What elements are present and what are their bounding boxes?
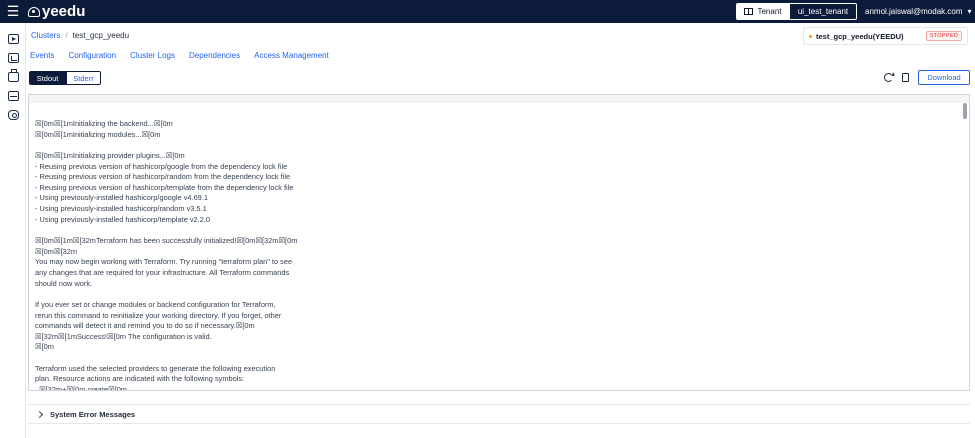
tenant-switcher: Tenant ui_test_tenant <box>736 3 857 20</box>
system-error-messages-section[interactable]: System Error Messages <box>28 404 970 424</box>
log-line: ☒[32m☒[1mSuccess!☒[0m The configuration … <box>35 331 212 341</box>
tab-events[interactable]: Events <box>30 51 54 60</box>
tenant-button[interactable]: Tenant <box>736 3 790 20</box>
log-scrollbar[interactable] <box>963 103 967 119</box>
log-line: ☒[0m☒[1m☒[32mTerraform has been successf… <box>35 236 298 246</box>
cloud-icon[interactable] <box>8 110 19 120</box>
tab-access-management[interactable]: Access Management <box>254 51 329 60</box>
log-line: should now work. <box>35 278 93 288</box>
tenant-icon <box>744 8 754 15</box>
status-badge: STOPPED <box>925 31 962 41</box>
film-icon[interactable] <box>8 91 19 101</box>
log-line: Terraform used the selected providers to… <box>35 363 276 373</box>
log-stream-toggle: Stdout Stderr <box>29 71 101 85</box>
stderr-button[interactable]: Stderr <box>66 71 101 85</box>
refresh-icon[interactable] <box>884 73 893 82</box>
breadcrumb-clusters-link[interactable]: Clusters <box>31 31 60 40</box>
log-line: ☒[0m☒[1mInitializing the backend...☒[0m <box>35 119 173 128</box>
log-line: ☒[0m☒[1mInitializing modules...☒[0m <box>35 129 161 139</box>
system-error-messages-label: System Error Messages <box>50 409 136 419</box>
status-dot <box>809 34 812 38</box>
tenant-name[interactable]: ui_test_tenant <box>790 3 857 20</box>
user-menu[interactable]: anmol.jaiswal@modak.com ▾ <box>865 0 972 23</box>
log-line: ☒[0m☒[32m <box>35 246 78 256</box>
log-line: - Reusing previous version of hashicorp/… <box>35 182 294 192</box>
log-line: - Using previously-installed hashicorp/g… <box>35 193 208 203</box>
cluster-status-card: test_gcp_yeedu(YEEDU) STOPPED <box>803 27 968 45</box>
tenant-label: Tenant <box>757 7 782 16</box>
breadcrumb: Clusters / test_gcp_yeedu <box>31 31 129 40</box>
cluster-name: test_gcp_yeedu(YEEDU) <box>816 31 904 41</box>
log-output-panel[interactable]: ☒[0m☒[1mInitializing the backend...☒[0m ☒… <box>28 94 970 391</box>
log-line: - Using previously-installed hashicorp/t… <box>35 214 210 224</box>
chart-icon[interactable] <box>8 53 19 63</box>
hamburger-icon[interactable]: ☰ <box>0 0 26 23</box>
log-line: You may now begin working with Terraform… <box>35 257 293 267</box>
user-email: anmol.jaiswal@modak.com <box>865 7 963 16</box>
sidebar <box>0 23 26 438</box>
log-line: ☒[0m☒[1mInitializing provider plugins...… <box>35 150 185 160</box>
play-icon[interactable] <box>8 34 19 44</box>
log-line: - Reusing previous version of hashicorp/… <box>35 161 288 171</box>
cluster-tabs: Events Configuration Cluster Logs Depend… <box>30 51 329 60</box>
tab-dependencies[interactable]: Dependencies <box>189 51 240 60</box>
yeedu-logo-icon <box>28 6 40 17</box>
log-line: plan. Resource actions are indicated wit… <box>35 374 245 384</box>
chevron-right-icon <box>35 410 44 418</box>
breadcrumb-current: test_gcp_yeedu <box>72 31 130 40</box>
log-line: ☒[0m <box>35 342 54 352</box>
log-line: - Reusing previous version of hashicorp/… <box>35 172 291 182</box>
stdout-button[interactable]: Stdout <box>29 71 66 85</box>
log-line: ☒[32m+☒[0m create☒[0m <box>35 385 127 391</box>
log-line: If you ever set or change modules or bac… <box>35 299 276 309</box>
log-line: commands will detect it and remind you t… <box>35 321 255 331</box>
tab-configuration[interactable]: Configuration <box>68 51 116 60</box>
briefcase-icon[interactable] <box>8 69 19 82</box>
top-bar: ☰ yeedu Tenant ui_test_tenant anmol.jais… <box>0 0 975 23</box>
chevron-down-icon: ▾ <box>967 7 972 16</box>
log-line: rerun this command to reinitialize your … <box>35 310 282 320</box>
download-button[interactable]: Download <box>918 70 970 85</box>
log-line: any changes that are required for your i… <box>35 267 290 277</box>
tab-cluster-logs[interactable]: Cluster Logs <box>130 51 175 60</box>
breadcrumb-separator: / <box>65 31 68 40</box>
log-panel-header <box>29 95 969 103</box>
logo-text: yeedu <box>42 3 86 20</box>
app-logo[interactable]: yeedu <box>28 3 85 20</box>
log-text: ☒[0m☒[1mInitializing the backend...☒[0m ☒… <box>35 119 935 391</box>
log-line: - Using previously-installed hashicorp/r… <box>35 204 207 214</box>
copy-icon[interactable] <box>900 71 909 82</box>
